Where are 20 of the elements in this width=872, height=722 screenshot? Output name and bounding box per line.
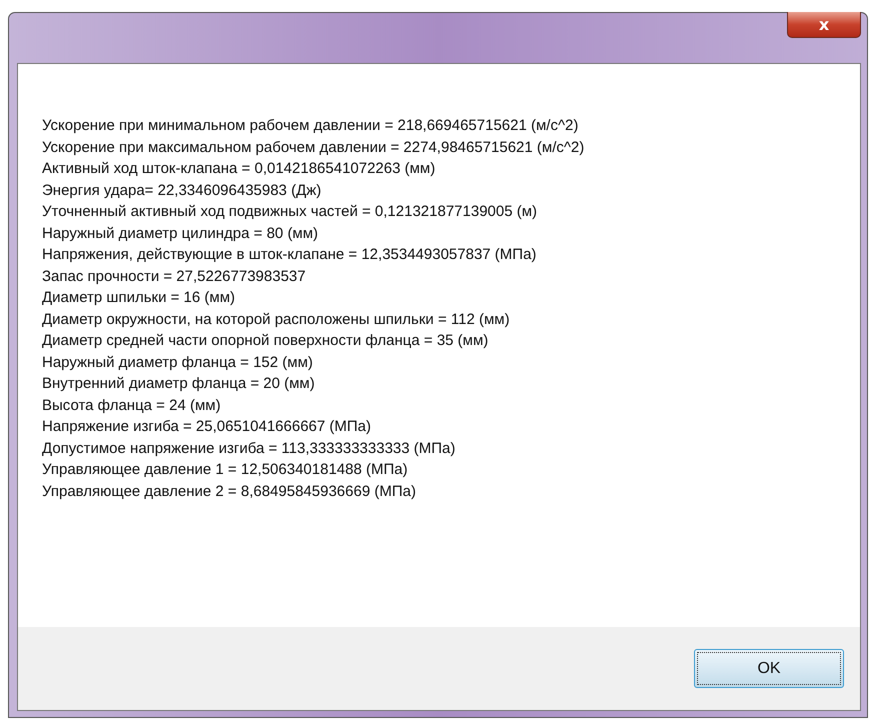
result-line: Диаметр окружности, на которой расположены шпильки = 112 (мм) bbox=[42, 310, 511, 330]
result-line: Диаметр средней части опорной поверхности фланца = 35 (мм) bbox=[42, 331, 490, 351]
result-line: Управляющее давление 2 = 8,68495845936669 (МПа) bbox=[42, 482, 417, 502]
result-line: Высота фланца = 24 (мм) bbox=[42, 396, 222, 416]
result-line: Запас прочности = 27,5226773983537 bbox=[42, 266, 307, 286]
result-line: Уточненный активный ход подвижных частей = 0,121321877139005 (м) bbox=[42, 202, 538, 222]
result-line: Активный ход шток-клапана = 0,0142186541072263 (мм) bbox=[42, 159, 436, 179]
result-line: Энергия удара= 22,3346096435983 (Дж) bbox=[42, 180, 322, 200]
result-line: Напряжения, действующие в шток-клапане = 12,3534493057837 (МПа) bbox=[42, 245, 538, 265]
ok-button[interactable]: OK bbox=[694, 649, 844, 688]
result-line: Ускорение при максимальном рабочем давлении = 2274,98465715621 (м/с^2) bbox=[42, 138, 586, 158]
result-line: Наружный диаметр фланца = 152 (мм) bbox=[42, 352, 314, 372]
result-line: Напряжение изгиба = 25,0651041666667 (МПа) bbox=[42, 417, 372, 437]
result-line: Внутренний диаметр фланца = 20 (мм) bbox=[42, 374, 316, 394]
result-line: Диаметр шпильки = 16 (мм) bbox=[42, 288, 236, 308]
close-button[interactable]: x bbox=[787, 12, 861, 38]
result-line: Управляющее давление 1 = 12,506340181488 (МПа) bbox=[42, 460, 409, 480]
result-line: Наружный диаметр цилиндра = 80 (мм) bbox=[42, 224, 320, 244]
result-line: Допустимое напряжение изгиба = 113,333333333333 (МПа) bbox=[42, 438, 456, 458]
result-line: Ускорение при минимальном рабочем давлении = 218,669465715621 (м/с^2) bbox=[42, 116, 580, 136]
